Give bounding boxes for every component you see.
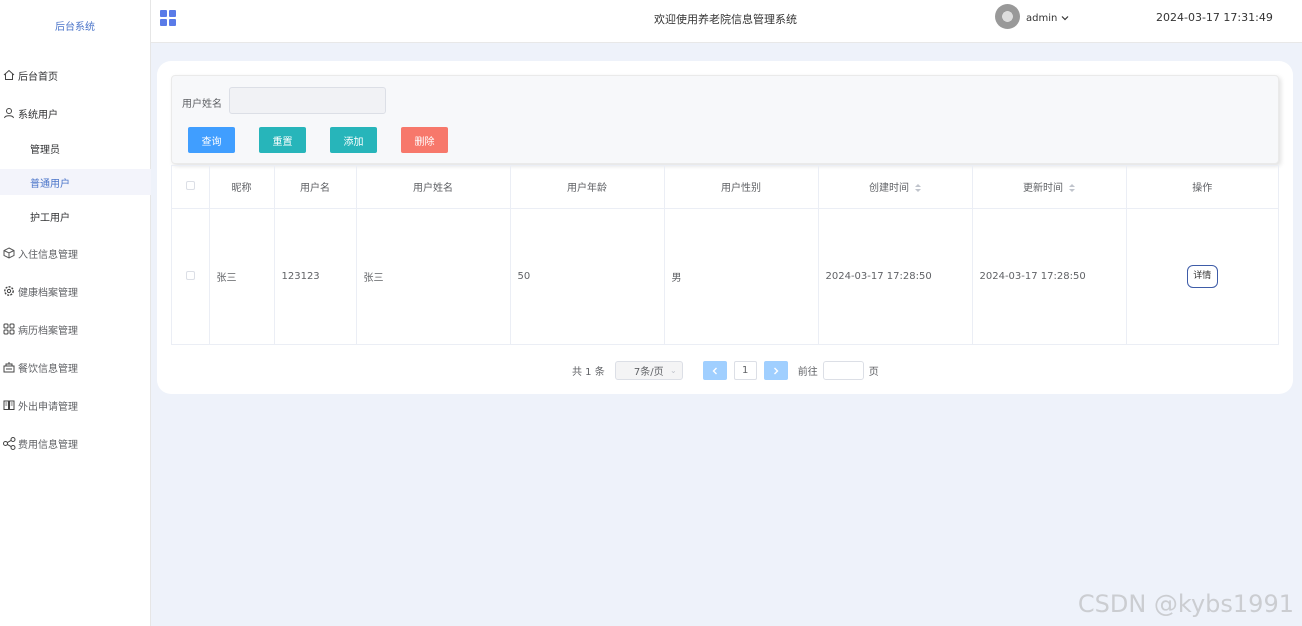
- sidebar-item-normal-users[interactable]: 普通用户: [0, 169, 151, 195]
- goto-label: 前往: [797, 367, 818, 378]
- search-bar: 用户姓名 查询 重置 添加 删除: [171, 75, 1279, 164]
- user-menu[interactable]: admin: [1026, 13, 1069, 24]
- goto-page-input[interactable]: [822, 361, 864, 380]
- col-name: 用户姓名: [356, 166, 511, 209]
- main-panel: 用户姓名 查询 重置 添加 删除 昵称 用户名 用户姓名 用户年龄 用户性别 创…: [157, 61, 1293, 394]
- cell-name: 张三: [356, 208, 511, 345]
- row-checkbox[interactable]: [185, 270, 195, 280]
- query-button[interactable]: 查询: [188, 127, 235, 153]
- sidebar-item-admin[interactable]: 管理员: [0, 135, 151, 161]
- name-search-input[interactable]: [229, 87, 386, 114]
- next-page-button[interactable]: [763, 361, 788, 380]
- sidebar-item-label: 入住信息管理: [18, 249, 78, 261]
- sidebar-item-home[interactable]: 后台首页: [0, 62, 151, 88]
- prev-page-button[interactable]: [702, 361, 727, 380]
- row-select-cell: [172, 208, 210, 345]
- col-username: 用户名: [274, 166, 357, 209]
- search-label: 用户姓名: [182, 99, 222, 110]
- chevron-down-icon: ⌄: [670, 366, 677, 375]
- cell-actions: 详情: [1126, 208, 1278, 345]
- sidebar-item-label: 系统用户: [18, 109, 58, 121]
- total-count: 共 1 条: [572, 367, 605, 378]
- reset-button[interactable]: 重置: [259, 127, 306, 153]
- chevron-left-icon: [712, 367, 717, 374]
- top-bar: 欢迎使用养老院信息管理系统 admin 2024-03-17 17:31:49: [151, 0, 1302, 43]
- gear-icon: [0, 285, 18, 297]
- sidebar-item-checkin[interactable]: 入住信息管理: [0, 240, 151, 266]
- sort-icon[interactable]: [1069, 184, 1075, 193]
- add-button[interactable]: 添加: [330, 127, 377, 153]
- detail-button[interactable]: 详情: [1186, 265, 1218, 289]
- page-size-select[interactable]: 7条/页 ⌄: [614, 361, 683, 380]
- col-updated[interactable]: 更新时间: [972, 166, 1127, 209]
- delete-button[interactable]: 删除: [401, 127, 448, 153]
- sidebar-item-label: 健康档案管理: [18, 287, 78, 299]
- share-icon: [0, 436, 18, 450]
- avatar[interactable]: [995, 4, 1020, 29]
- sidebar-item-label: 费用信息管理: [18, 439, 78, 451]
- sidebar: 后台系统 后台首页 系统用户 管理员 普通用户 护工用户 入住信息管理 健康档案…: [0, 0, 151, 626]
- col-actions: 操作: [1126, 166, 1278, 209]
- chevron-right-icon: [773, 367, 779, 374]
- cell-created: 2024-03-17 17:28:50: [818, 208, 973, 345]
- user-icon: [0, 107, 18, 119]
- sidebar-item-label: 外出申请管理: [18, 401, 78, 413]
- sidebar-item-caregiver-users[interactable]: 护工用户: [0, 203, 151, 229]
- cell-nickname: 张三: [209, 208, 275, 345]
- brand-title: 后台系统: [55, 22, 95, 33]
- col-gender: 用户性别: [664, 166, 819, 209]
- tray-icon: [0, 361, 18, 373]
- cell-gender: 男: [664, 208, 819, 345]
- current-datetime: 2024-03-17 17:31:49: [1156, 11, 1273, 24]
- sidebar-item-catering[interactable]: 餐饮信息管理: [0, 354, 151, 380]
- col-created-label: 创建时间: [869, 183, 909, 195]
- sidebar-item-label: 后台首页: [18, 71, 58, 83]
- cell-age: 50: [510, 208, 665, 345]
- table-header-row: 昵称 用户名 用户姓名 用户年龄 用户性别 创建时间 更新时间 操作: [172, 166, 1278, 209]
- sidebar-item-fees[interactable]: 费用信息管理: [0, 430, 151, 456]
- page-suffix: 页: [868, 367, 879, 378]
- menu-grid-icon[interactable]: [160, 10, 176, 26]
- col-created[interactable]: 创建时间: [818, 166, 973, 209]
- home-icon: [0, 69, 18, 81]
- sidebar-item-label: 病历档案管理: [18, 325, 78, 337]
- select-all-checkbox[interactable]: [185, 180, 195, 190]
- sidebar-item-outing[interactable]: 外出申请管理: [0, 392, 151, 418]
- select-all-cell: [172, 166, 210, 209]
- watermark: CSDN @kybs1991: [1077, 590, 1294, 618]
- box-icon: [0, 247, 18, 259]
- sidebar-item-label: 普通用户: [30, 178, 70, 190]
- sort-icon[interactable]: [915, 184, 921, 193]
- page-size-value: 7条/页: [633, 367, 664, 378]
- table-row: 张三 123123 张三 50 男 2024-03-17 17:28:50 20…: [172, 208, 1278, 345]
- col-age: 用户年龄: [510, 166, 665, 209]
- sidebar-item-health[interactable]: 健康档案管理: [0, 278, 151, 304]
- col-nickname: 昵称: [209, 166, 275, 209]
- sidebar-item-label: 护工用户: [30, 212, 70, 224]
- cell-updated: 2024-03-17 17:28:50: [972, 208, 1127, 345]
- book-icon: [0, 399, 18, 411]
- page-number[interactable]: 1: [733, 361, 757, 380]
- pagination: 共 1 条 7条/页 ⌄ 1 前往 页: [572, 361, 879, 380]
- col-updated-label: 更新时间: [1023, 183, 1063, 195]
- cell-username: 123123: [274, 208, 357, 345]
- sidebar-item-system-users[interactable]: 系统用户: [0, 100, 151, 126]
- sidebar-item-label: 餐饮信息管理: [18, 363, 78, 375]
- user-name: admin: [1026, 13, 1058, 24]
- users-table: 昵称 用户名 用户姓名 用户年龄 用户性别 创建时间 更新时间 操作 张三 12…: [171, 165, 1279, 345]
- sidebar-item-medical[interactable]: 病历档案管理: [0, 316, 151, 342]
- system-title: 欢迎使用养老院信息管理系统: [654, 13, 797, 26]
- grid-icon: [0, 323, 18, 335]
- sidebar-item-label: 管理员: [30, 144, 60, 156]
- chevron-down-icon: [1061, 13, 1069, 24]
